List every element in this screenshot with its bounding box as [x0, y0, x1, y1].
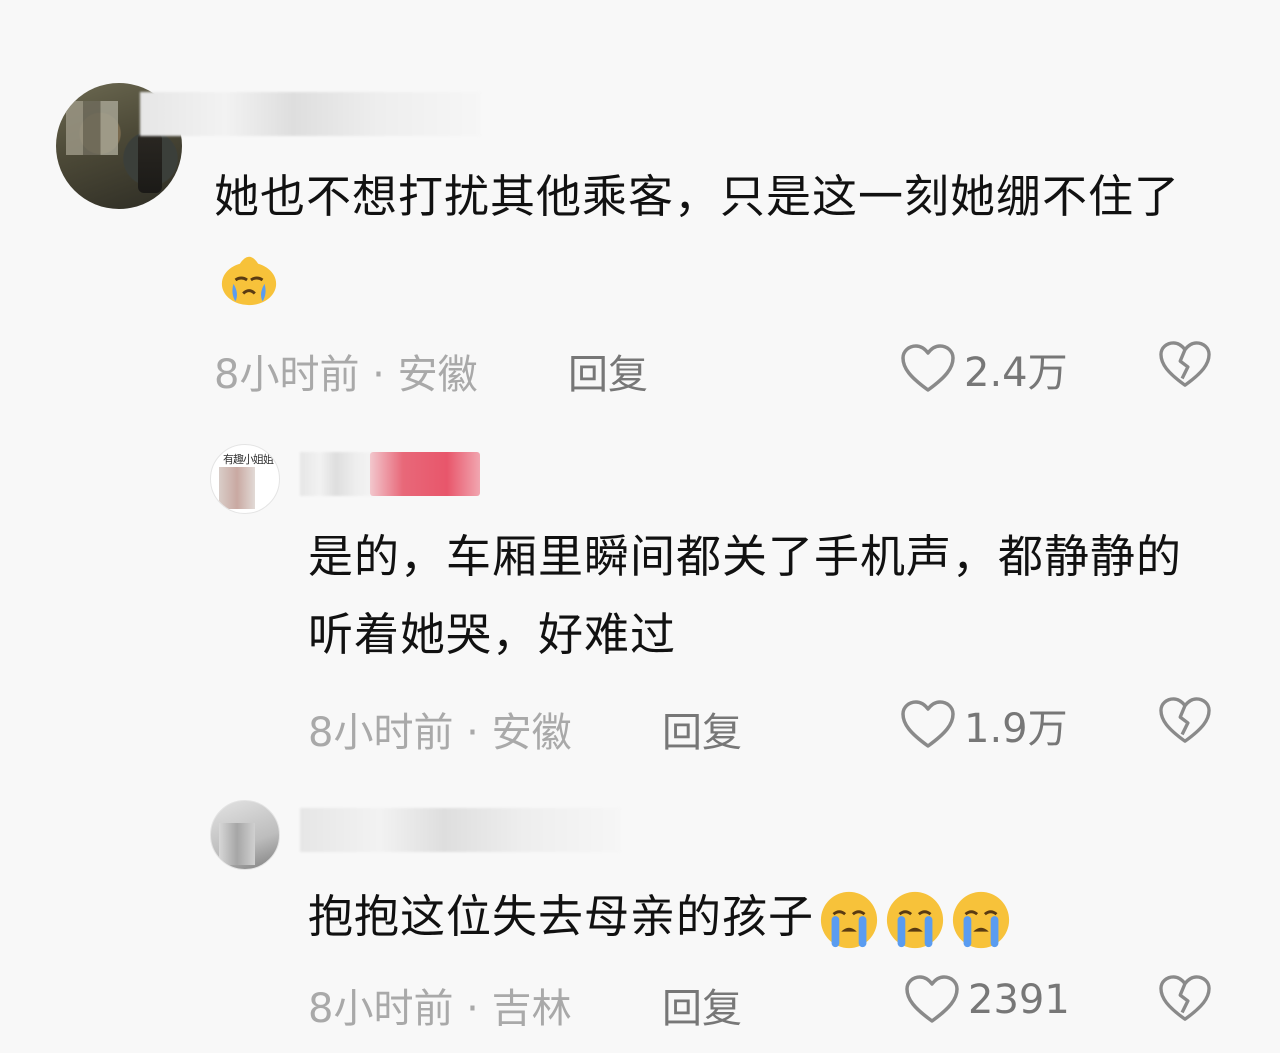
heart-outline-icon — [901, 700, 955, 748]
username-blurred[interactable] — [140, 92, 480, 136]
avatar[interactable]: 有趣小姐姐 — [210, 444, 280, 514]
username-blurred[interactable] — [370, 452, 480, 496]
comment-meta: 8小时前 · 吉林 — [308, 986, 572, 1032]
crying-face-emoji — [218, 247, 280, 309]
comment-text: 抱抱这位失去母亲的孩子 — [308, 878, 1208, 956]
heart-outline-icon — [905, 975, 959, 1023]
like-button[interactable]: 1.9万 — [900, 696, 1068, 754]
like-count: 2391 — [968, 977, 1070, 1023]
like-count: 2.4万 — [964, 350, 1068, 396]
loudly-crying-face-emoji — [884, 889, 946, 951]
like-count: 1.9万 — [964, 706, 1068, 752]
reply-button[interactable]: 回复 — [662, 976, 742, 1034]
broken-heart-icon[interactable] — [1158, 974, 1212, 1024]
like-button[interactable]: 2391 — [904, 974, 1070, 1026]
comment-text: 她也不想打扰其他乘客，只是这一刻她绷不住了 — [214, 158, 1224, 314]
reply-button[interactable]: 回复 — [568, 342, 648, 400]
broken-heart-icon[interactable] — [1158, 340, 1212, 390]
username-blurred[interactable] — [300, 808, 620, 852]
avatar[interactable] — [210, 800, 280, 870]
comment-text: 是的，车厢里瞬间都关了手机声，都静静的听着她哭，好难过 — [308, 530, 1183, 661]
comment-meta: 8小时前 · 安徽 — [214, 352, 478, 398]
loudly-crying-face-emoji — [950, 889, 1012, 951]
comment-meta: 8小时前 · 安徽 — [308, 710, 572, 756]
username-blurred[interactable] — [300, 452, 380, 496]
heart-outline-icon — [901, 344, 955, 392]
loudly-crying-face-emoji — [818, 889, 880, 951]
like-button[interactable]: 2.4万 — [900, 340, 1068, 398]
broken-heart-icon[interactable] — [1158, 696, 1212, 746]
reply-button[interactable]: 回复 — [662, 700, 742, 758]
